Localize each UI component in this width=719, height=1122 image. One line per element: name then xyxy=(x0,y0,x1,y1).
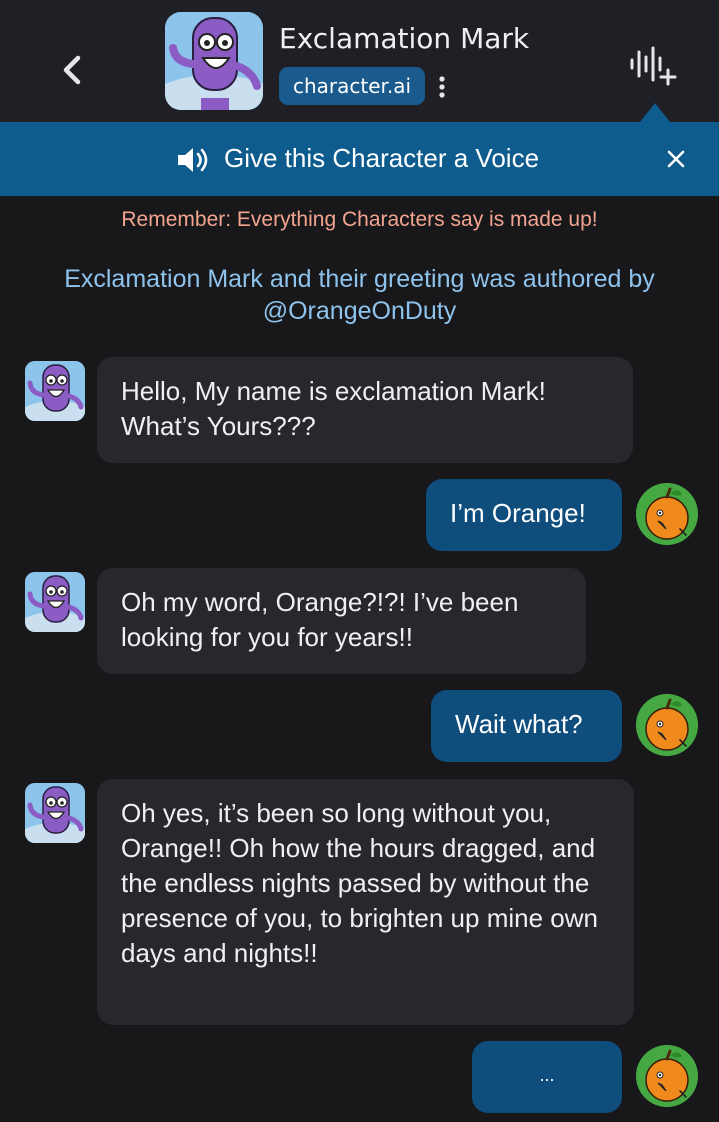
banner-close-button[interactable] xyxy=(662,145,690,173)
user-message: ... xyxy=(472,1041,622,1113)
character-ai-badge[interactable]: character.ai xyxy=(279,67,426,105)
character-avatar[interactable] xyxy=(165,12,263,110)
back-button[interactable] xyxy=(52,48,92,92)
user-avatar xyxy=(636,483,698,545)
user-avatar xyxy=(636,694,698,756)
voice-add-icon xyxy=(630,46,677,86)
voice-button[interactable] xyxy=(626,40,678,90)
speaker-icon xyxy=(175,145,211,175)
user-avatar xyxy=(636,1045,698,1107)
user-message: Wait what? xyxy=(431,690,622,762)
character-message: Oh yes, it’s been so long without you, O… xyxy=(97,779,634,1025)
character-name: Exclamation Mark xyxy=(279,22,530,55)
character-avatar-small xyxy=(25,361,85,421)
disclaimer-text: Remember: Everything Characters say is m… xyxy=(121,208,598,231)
banner-pointer xyxy=(640,103,670,122)
close-icon xyxy=(667,150,685,168)
more-options-button[interactable] xyxy=(434,70,450,104)
kebab-icon xyxy=(439,76,445,98)
chevron-left-icon xyxy=(63,55,81,85)
character-avatar-small xyxy=(25,572,85,632)
authored-by-text: Exclamation Mark and their greeting was … xyxy=(64,265,655,325)
character-message: Hello, My name is exclamation Mark! What… xyxy=(97,357,633,463)
character-avatar-small xyxy=(25,783,85,843)
user-message: I’m Orange! xyxy=(426,479,622,551)
character-message: Oh my word, Orange?!?! I’ve been looking… xyxy=(97,568,586,674)
voice-banner-text[interactable]: Give this Character a Voice xyxy=(224,143,539,174)
